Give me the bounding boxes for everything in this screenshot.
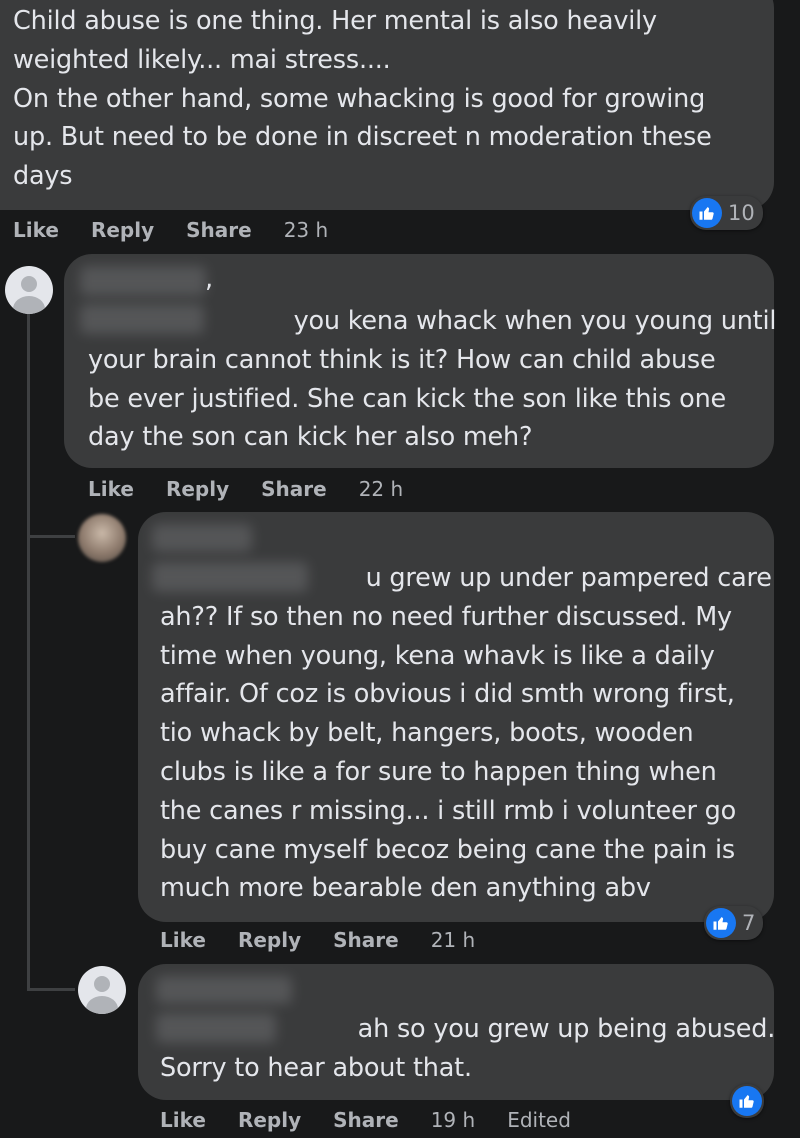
user-avatar[interactable]	[78, 514, 126, 562]
reaction-badge-2[interactable]: 7	[704, 906, 764, 940]
comment-actions-3: Like Reply Share 21 h	[160, 928, 507, 952]
thread-line-2	[27, 538, 30, 988]
reply-button[interactable]: Reply	[91, 218, 154, 242]
reply-button[interactable]: Reply	[238, 928, 301, 952]
comment-text-1: Child abuse is one thing. Her mental is …	[13, 6, 712, 192]
default-avatar-icon[interactable]	[5, 266, 53, 314]
name-fragment: ,	[205, 264, 213, 294]
share-button[interactable]: Share	[261, 477, 327, 501]
reaction-badge-1[interactable]: 10	[690, 196, 763, 230]
comment-text-3: u grew up under pampered care ah?? If so…	[160, 563, 772, 904]
comment-text-4: ah so you grew up being abused. Sorry to…	[160, 1014, 776, 1083]
reply-button[interactable]: Reply	[238, 1108, 301, 1132]
like-button[interactable]: Like	[13, 218, 59, 242]
thread-line	[27, 312, 30, 538]
comment-actions-2: Like Reply Share 22 h	[88, 477, 435, 501]
thumbs-up-icon	[692, 198, 722, 228]
like-button[interactable]: Like	[160, 1108, 206, 1132]
thread-connector	[27, 535, 75, 538]
comment-timestamp[interactable]: 23 h	[284, 218, 328, 242]
comment-timestamp[interactable]: 22 h	[359, 477, 403, 501]
thread-connector-2	[27, 988, 75, 991]
redacted-name	[80, 266, 206, 296]
redacted-name	[152, 524, 252, 552]
comment-actions-4: Like Reply Share 19 h Edited	[160, 1108, 571, 1132]
reaction-badge-3[interactable]	[730, 1084, 764, 1118]
default-avatar-icon[interactable]	[78, 966, 126, 1014]
comment-text-2: you kena whack when you young until your…	[88, 306, 777, 453]
like-button[interactable]: Like	[88, 477, 134, 501]
share-button[interactable]: Share	[333, 928, 399, 952]
edited-label: Edited	[507, 1108, 571, 1132]
reply-button[interactable]: Reply	[166, 477, 229, 501]
reaction-count: 10	[728, 201, 755, 225]
like-button[interactable]: Like	[160, 928, 206, 952]
thumbs-up-icon	[706, 908, 736, 938]
share-button[interactable]: Share	[333, 1108, 399, 1132]
reaction-count: 7	[742, 911, 756, 935]
thumbs-up-icon	[732, 1086, 762, 1116]
share-button[interactable]: Share	[186, 218, 252, 242]
comment-actions-1: Like Reply Share 23 h	[13, 218, 360, 242]
comment-timestamp[interactable]: 19 h	[431, 1108, 475, 1132]
redacted-name	[156, 976, 292, 1004]
comment-timestamp[interactable]: 21 h	[431, 928, 475, 952]
